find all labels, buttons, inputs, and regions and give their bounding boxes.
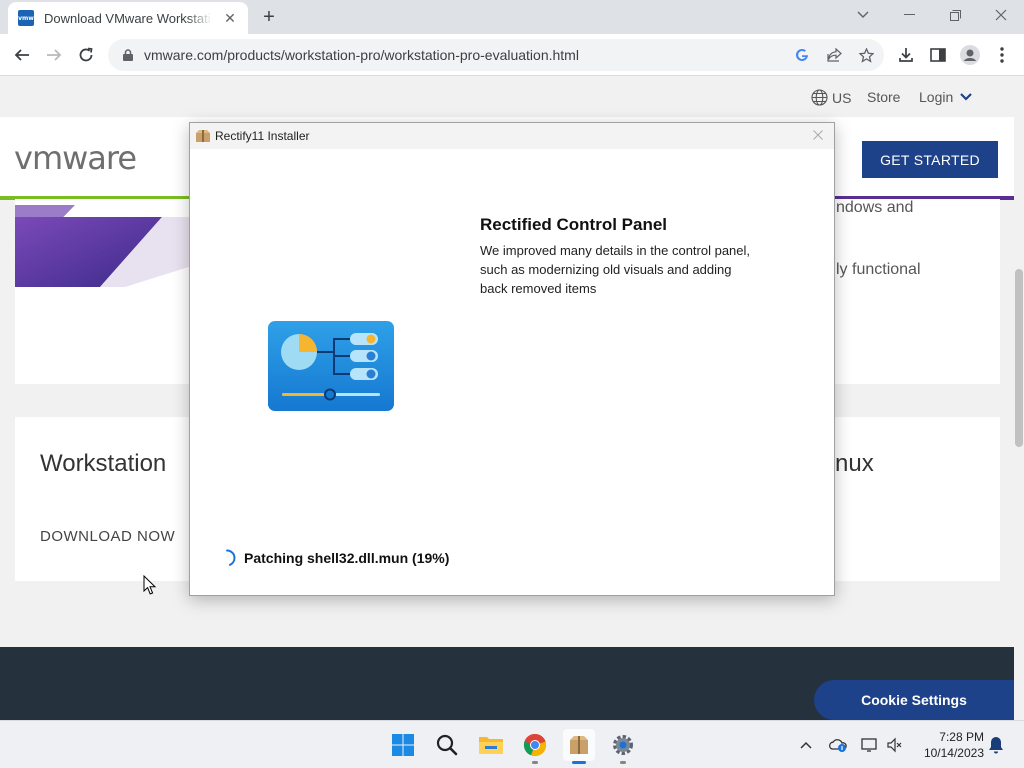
bookmark-star-icon[interactable] <box>856 45 876 65</box>
close-window-button[interactable] <box>986 4 1016 26</box>
dialog-title: Rectify11 Installer <box>215 129 310 143</box>
workstation-title: Workstation <box>40 450 167 477</box>
dialog-titlebar[interactable]: Rectify11 Installer <box>190 123 834 149</box>
browser-tab[interactable]: vmw Download VMware Workstation Pro ✕ <box>8 2 248 34</box>
loading-spinner-icon <box>226 549 236 566</box>
clock-time: 7:28 PM <box>939 730 984 744</box>
utility-bar: US Store Login <box>0 77 1014 117</box>
install-status-text: Patching shell32.dll.mun (19%) <box>244 550 450 566</box>
hero-text-line-2: ly functional <box>836 261 921 278</box>
installer-taskbar-button[interactable] <box>563 729 595 764</box>
running-indicator <box>532 761 538 764</box>
chrome-menu-icon[interactable] <box>991 44 1013 66</box>
volume-muted-icon[interactable] <box>885 735 905 755</box>
reload-button[interactable] <box>75 44 97 66</box>
windows-logo-icon <box>392 734 414 756</box>
vmware-favicon-icon: vmw <box>18 10 34 26</box>
tab-search-chevron-icon[interactable] <box>848 4 878 26</box>
google-lens-icon[interactable] <box>792 45 812 65</box>
tab-title: Download VMware Workstation Pro <box>44 10 212 26</box>
tab-close-icon[interactable]: ✕ <box>222 10 238 26</box>
search-icon <box>436 734 458 756</box>
forward-button[interactable] <box>43 44 65 66</box>
start-button[interactable] <box>387 729 419 761</box>
feature-title: Rectified Control Panel <box>480 215 668 234</box>
side-panel-icon[interactable] <box>927 44 949 66</box>
mouse-cursor-icon <box>143 575 157 595</box>
installer-box-icon <box>570 736 588 754</box>
running-indicator <box>620 761 626 764</box>
settings-taskbar-button[interactable] <box>607 729 639 764</box>
vmware-logo[interactable]: vmware <box>14 139 137 177</box>
share-icon[interactable] <box>824 45 844 65</box>
browser-tab-strip: vmw Download VMware Workstation Pro ✕ + <box>0 0 1024 34</box>
folder-icon <box>479 737 503 754</box>
back-button[interactable] <box>11 44 33 66</box>
show-hidden-icons-chevron-icon[interactable] <box>796 735 816 755</box>
browser-toolbar: vmware.com/products/workstation-pro/work… <box>0 34 1024 76</box>
store-link[interactable]: Store <box>867 89 900 105</box>
minimize-button[interactable] <box>894 4 924 26</box>
downloads-icon[interactable] <box>895 44 917 66</box>
login-menu[interactable]: Login <box>919 89 973 105</box>
file-explorer-button[interactable] <box>475 729 507 761</box>
get-started-button[interactable]: GET STARTED <box>862 141 998 178</box>
chrome-icon <box>523 733 547 757</box>
active-indicator <box>572 761 586 764</box>
login-label: Login <box>919 89 954 105</box>
globe-icon <box>811 89 828 106</box>
chrome-taskbar-button[interactable] <box>519 729 551 764</box>
installer-dialog: Rectify11 Installer Rectified Control Pa… <box>189 122 835 596</box>
scrollbar-thumb[interactable] <box>1015 269 1023 447</box>
search-button[interactable] <box>431 729 463 761</box>
clock-date: 10/14/2023 <box>923 746 984 760</box>
dialog-close-icon[interactable] <box>810 127 826 143</box>
workstation-title-linux: nux <box>835 450 874 477</box>
feature-description: We improved many details in the control … <box>480 243 751 296</box>
restore-button[interactable] <box>940 4 970 26</box>
onedrive-icon[interactable] <box>828 735 848 755</box>
hero-text-line-1: ndows and <box>836 199 914 216</box>
installer-box-icon <box>196 130 210 142</box>
profile-avatar-icon[interactable] <box>959 44 981 66</box>
control-panel-icon <box>268 321 394 411</box>
download-now-link[interactable]: DOWNLOAD NOW <box>40 528 175 545</box>
address-bar[interactable]: vmware.com/products/workstation-pro/work… <box>108 39 884 71</box>
cookie-settings-button[interactable]: Cookie Settings <box>814 680 1014 720</box>
page-scrollbar[interactable] <box>1014 77 1024 720</box>
network-icon[interactable] <box>860 735 880 755</box>
new-tab-button[interactable]: + <box>258 6 280 28</box>
taskbar-clock[interactable]: 7:28 PM 10/14/2023 <box>914 729 984 761</box>
url-text: vmware.com/products/workstation-pro/work… <box>144 47 579 63</box>
lock-icon[interactable] <box>122 49 134 61</box>
chevron-down-icon <box>960 93 973 101</box>
locale-selector[interactable]: US <box>811 89 851 106</box>
hero-graphic <box>15 205 195 287</box>
locale-label: US <box>832 89 852 106</box>
gear-icon <box>613 735 633 755</box>
windows-taskbar: 7:28 PM 10/14/2023 <box>0 720 1024 768</box>
notification-bell-icon[interactable] <box>986 735 1006 755</box>
